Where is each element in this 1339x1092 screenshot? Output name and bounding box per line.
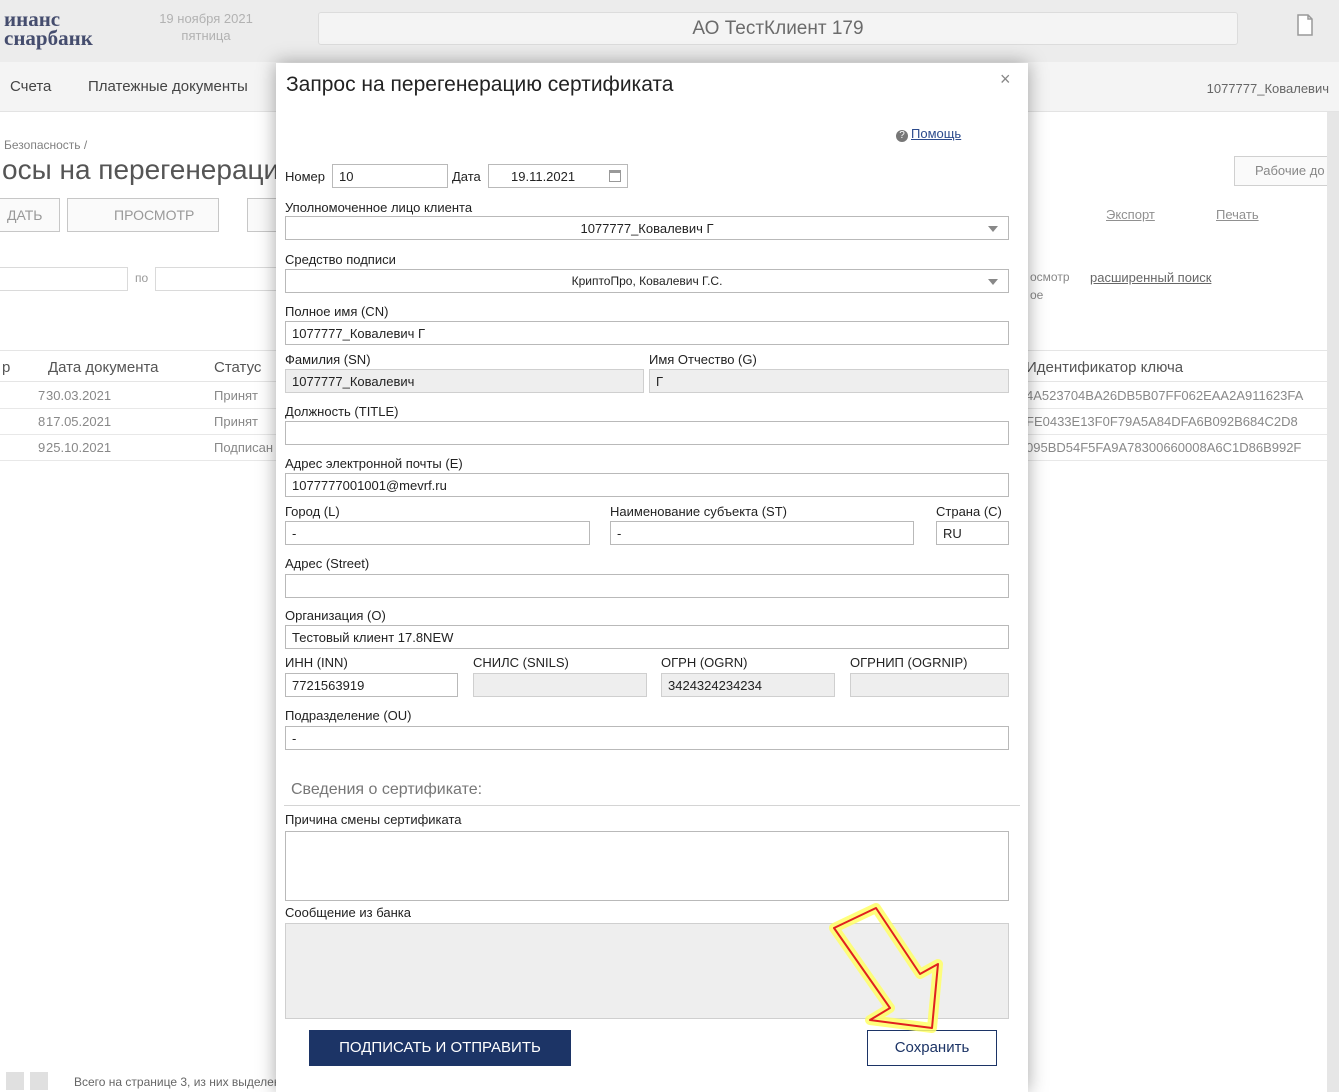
email-field[interactable]: 1077777001001@mevrf.ru (285, 473, 1009, 497)
organization-label: Организация (O) (285, 608, 386, 623)
save-button[interactable]: Сохранить (867, 1030, 997, 1066)
ogrn-label: ОГРН (OGRN) (661, 655, 748, 670)
g-field: Г (649, 369, 1009, 393)
ogrnip-label: ОГРНИП (OGRNIP) (850, 655, 968, 670)
sn-label: Фамилия (SN) (285, 352, 371, 367)
column-header-date[interactable]: Дата документа (48, 359, 159, 376)
column-header-status[interactable]: Статус (214, 359, 261, 376)
chevron-down-icon (988, 226, 998, 232)
country-field[interactable]: RU (936, 521, 1009, 545)
authorized-person-label: Уполномоченное лицо клиента (285, 200, 473, 215)
date-label: Дата (452, 169, 481, 184)
page-title: осы на перегенерацию (2, 154, 301, 185)
work-docs-button[interactable]: Рабочие до (1234, 156, 1339, 186)
certificate-section-title: Сведения о сертификате: (291, 781, 483, 798)
cn-field[interactable]: 1077777_Ковалевич Г (285, 321, 1009, 345)
signature-means-label: Средство подписи (285, 252, 396, 267)
section-divider (284, 805, 1020, 806)
cn-label: Полное имя (CN) (285, 304, 389, 319)
document-icon[interactable] (1296, 14, 1314, 36)
pager-first-button[interactable] (6, 1072, 24, 1090)
pager-prev-button[interactable] (30, 1072, 48, 1090)
number-field[interactable]: 10 (332, 164, 448, 188)
bank-message-textarea (285, 923, 1009, 1019)
column-header-number[interactable]: р (2, 359, 10, 376)
department-label: Подразделение (OU) (285, 708, 412, 723)
filter-to-label: по (135, 271, 149, 285)
calendar-icon[interactable] (609, 170, 621, 182)
bank-message-label: Сообщение из банка (285, 905, 411, 920)
department-field[interactable]: - (285, 726, 1009, 750)
close-icon[interactable]: × (1000, 69, 1011, 90)
sn-field: 1077777_Ковалевич (285, 369, 644, 393)
toolbar-button-partial[interactable] (247, 198, 277, 232)
reason-label: Причина смены сертификата (285, 812, 462, 827)
number-label: Номер (285, 169, 326, 184)
client-selector[interactable]: АО ТестКлиент 179 (318, 12, 1238, 45)
email-label: Адрес электронной почты (E) (285, 456, 463, 471)
dialog-title: Запрос на перегенерацию сертификата (286, 73, 674, 96)
filter-prefix-2: ое (1030, 288, 1044, 302)
reason-textarea[interactable] (285, 831, 1009, 901)
inn-field[interactable]: 7721563919 (285, 673, 458, 697)
print-link[interactable]: Печать (1216, 207, 1259, 222)
menu-item-payments[interactable]: Платежные документы (88, 78, 248, 95)
top-bar: инанс снарбанк 19 ноября 2021 пятница АО… (0, 0, 1339, 62)
street-field[interactable] (285, 574, 1009, 598)
city-label: Город (L) (285, 504, 340, 519)
filter-prefix: осмотр (1030, 270, 1070, 284)
sign-and-send-button[interactable]: ПОДПИСАТЬ И ОТПРАВИТЬ (309, 1030, 571, 1066)
page-scrollbar[interactable] (1327, 112, 1339, 1092)
region-field[interactable]: - (610, 521, 914, 545)
snils-field (473, 673, 647, 697)
bank-logo: инанс снарбанк (4, 7, 93, 50)
advanced-search-link[interactable]: расширенный поиск (1090, 270, 1211, 285)
ogrnip-field (850, 673, 1009, 697)
date-field[interactable]: 19.11.2021 (488, 164, 628, 188)
current-date: 19 ноября 2021 пятница (159, 11, 253, 43)
date-to-input[interactable] (155, 267, 277, 291)
breadcrumb[interactable]: Безопасность / (4, 138, 87, 152)
position-label: Должность (TITLE) (285, 404, 399, 419)
signature-means-select[interactable]: КриптоПро, Ковалевич Г.С. (285, 269, 1009, 293)
city-field[interactable]: - (285, 521, 590, 545)
ogrn-field: 3424324234234 (661, 673, 835, 697)
country-label: Страна (C) (936, 504, 1002, 519)
column-header-key-id[interactable]: Идентификатор ключа (1026, 359, 1183, 376)
help-link[interactable]: ? Помощь (896, 126, 961, 142)
menu-item-accounts[interactable]: Счета (10, 78, 51, 95)
date-from-input[interactable] (0, 267, 128, 291)
snils-label: СНИЛС (SNILS) (473, 655, 569, 670)
create-button[interactable]: ДАТЬ (0, 198, 60, 232)
help-icon: ? (896, 130, 908, 142)
street-label: Адрес (Street) (285, 556, 370, 571)
inn-label: ИНН (INN) (285, 655, 348, 670)
user-name[interactable]: 1077777_Ковалевич (1207, 81, 1329, 96)
selection-summary: Всего на странице 3, из них выделено 0 (74, 1075, 298, 1089)
organization-field[interactable]: Тестовый клиент 17.8NEW (285, 625, 1009, 649)
cert-regeneration-dialog: Запрос на перегенерацию сертификата × ? П… (276, 63, 1028, 1092)
view-button[interactable]: ПРОСМОТР (67, 198, 219, 232)
chevron-down-icon (988, 279, 998, 285)
position-field[interactable] (285, 421, 1009, 445)
region-label: Наименование субъекта (ST) (610, 504, 787, 519)
authorized-person-select[interactable]: 1077777_Ковалевич Г (285, 216, 1009, 240)
g-label: Имя Отчество (G) (649, 352, 757, 367)
export-link[interactable]: Экспорт (1106, 207, 1155, 222)
